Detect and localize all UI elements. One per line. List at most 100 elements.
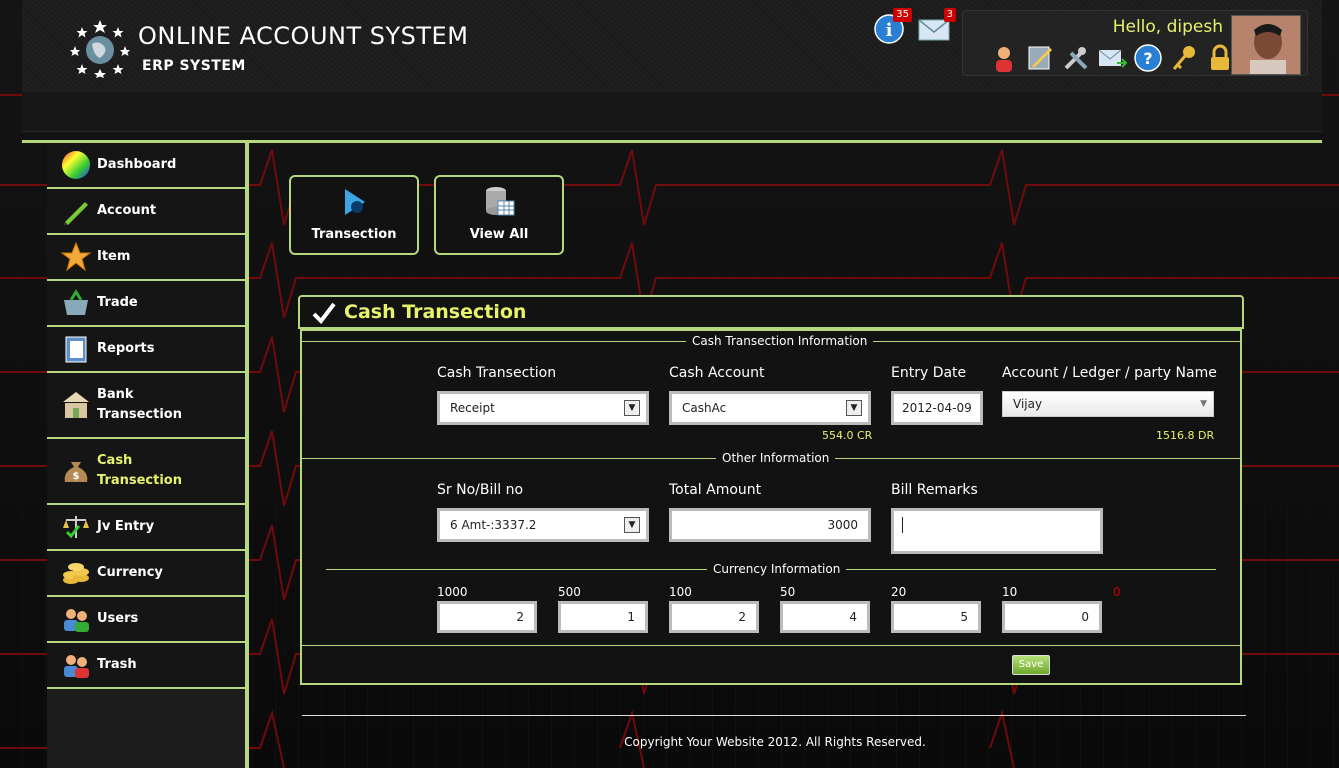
denomination-1000: 1000 xyxy=(437,585,468,599)
denomination-10: 10 xyxy=(1002,585,1018,599)
top-header: ONLINE ACCOUNT SYSTEM ERP SYSTEM i 35 3 … xyxy=(22,0,1322,92)
svg-text:$: $ xyxy=(73,471,80,482)
sidebar-item-jv-entry[interactable]: Jv Entry xyxy=(47,505,245,551)
bank-icon xyxy=(63,392,89,418)
transection-label: Transection xyxy=(311,227,397,242)
sidebar-item-trade[interactable]: Trade xyxy=(47,281,245,327)
sidebar: Dashboard Account Item Trade Reports Ban… xyxy=(47,143,249,768)
count-100-field[interactable]: 2 xyxy=(669,601,759,633)
save-divider xyxy=(302,645,1240,646)
tools-icon[interactable] xyxy=(1061,43,1091,73)
party-name-label: Account / Ledger / party Name xyxy=(1002,365,1217,381)
bill-no-select[interactable]: 6 Amt-:3337.2 ▼ xyxy=(437,508,649,542)
profile-icon[interactable] xyxy=(989,43,1019,73)
sidebar-item-label: Reports xyxy=(97,341,155,356)
sidebar-item-label: Jv Entry xyxy=(97,519,155,534)
mail-notification[interactable]: 3 xyxy=(918,8,956,44)
scales-icon xyxy=(63,516,89,539)
count-20-field[interactable]: 5 xyxy=(891,601,981,633)
sidebar-item-account[interactable]: Account xyxy=(47,189,245,235)
text-cursor xyxy=(902,517,903,533)
sidebar-item-label: Cash Transection xyxy=(97,453,182,488)
cash-transection-label: Cash Transection xyxy=(437,365,557,381)
help-icon[interactable]: ? xyxy=(1133,43,1163,73)
section-title: Currency Information xyxy=(707,562,847,576)
sidebar-item-currency[interactable]: Currency xyxy=(47,551,245,597)
view-all-label: View All xyxy=(469,227,529,242)
cash-account-value: CashAc xyxy=(682,401,727,415)
sidebar-item-dashboard[interactable]: Dashboard xyxy=(47,143,245,189)
cash-transection-select[interactable]: Receipt ▼ xyxy=(437,391,649,425)
total-amount-field[interactable]: 3000 xyxy=(669,508,871,542)
header-strip xyxy=(22,92,1322,132)
bill-no-label: Sr No/Bill no xyxy=(437,482,524,498)
denomination-100: 100 xyxy=(669,585,692,599)
globe-logo-icon xyxy=(70,20,130,78)
header-divider xyxy=(22,140,1322,143)
sidebar-item-bank-transection[interactable]: Bank Transection xyxy=(47,373,245,439)
bill-remarks-textarea[interactable] xyxy=(891,508,1103,554)
entry-date-field[interactable]: 2012-04-09 xyxy=(891,391,983,425)
checkmark-icon xyxy=(312,302,336,324)
main-content: Transection View All Cash Transection Ca… xyxy=(252,143,1322,768)
sidebar-item-label: Trash xyxy=(97,657,137,672)
section-other-info: Other Information xyxy=(302,451,1240,465)
sidebar-item-cash-transection[interactable]: $ Cash Transection xyxy=(47,439,245,505)
color-wheel-icon xyxy=(62,151,90,179)
bill-remarks-label: Bill Remarks xyxy=(891,482,978,498)
send-mail-icon[interactable] xyxy=(1097,43,1128,73)
transection-button[interactable]: Transection xyxy=(289,175,419,255)
coins-icon xyxy=(63,563,89,584)
sidebar-item-label: Bank Transection xyxy=(97,387,182,422)
sidebar-item-trash[interactable]: Trash xyxy=(47,643,245,689)
total-amount-label: Total Amount xyxy=(669,482,762,498)
panel-title: Cash Transection xyxy=(344,301,527,323)
cash-account-balance: 554.0 CR xyxy=(822,429,873,442)
chevron-down-icon: ▼ xyxy=(1200,399,1207,409)
section-currency-info: Currency Information xyxy=(302,562,1240,576)
section-title: Cash Transection Information xyxy=(686,334,874,348)
money-bag-icon: $ xyxy=(64,462,88,482)
bill-no-value: 6 Amt-:3337.2 xyxy=(450,518,537,532)
user-panel: Hello, dipesh ? xyxy=(962,10,1308,76)
basket-icon xyxy=(64,289,88,315)
count-10-field[interactable]: 0 xyxy=(1002,601,1102,633)
edit-document-icon[interactable] xyxy=(1025,43,1055,73)
view-all-button[interactable]: View All xyxy=(434,175,564,255)
play-arrow-icon xyxy=(345,189,365,215)
dropdown-arrow-icon: ▼ xyxy=(846,400,862,416)
greeting: Hello, dipesh xyxy=(1112,17,1223,37)
cash-transection-value: Receipt xyxy=(450,401,495,415)
party-name-select[interactable]: Vijay ▼ xyxy=(1002,391,1214,417)
footer-copyright: Copyright Your Website 2012. All Rights … xyxy=(624,735,926,749)
trash-users-icon xyxy=(64,655,89,678)
dropdown-arrow-icon: ▼ xyxy=(624,400,640,416)
entry-date-label: Entry Date xyxy=(891,365,967,381)
cash-account-label: Cash Account xyxy=(669,365,765,381)
sidebar-item-reports[interactable]: Reports xyxy=(47,327,245,373)
app-title: ONLINE ACCOUNT SYSTEM xyxy=(138,22,469,50)
info-badge: 35 xyxy=(893,8,912,22)
denomination-50: 50 xyxy=(780,585,796,599)
user-avatar[interactable] xyxy=(1231,15,1301,75)
sidebar-item-label: Item xyxy=(97,249,131,264)
key-icon[interactable] xyxy=(1169,43,1199,73)
party-name-value: Vijay xyxy=(1013,397,1043,411)
denomination-500: 500 xyxy=(558,585,581,599)
sidebar-item-users[interactable]: Users xyxy=(47,597,245,643)
sidebar-item-item[interactable]: Item xyxy=(47,235,245,281)
save-button[interactable]: Save xyxy=(1012,655,1050,675)
info-notification[interactable]: i 35 xyxy=(874,8,912,44)
sidebar-item-label: Trade xyxy=(97,295,138,310)
count-500-field[interactable]: 1 xyxy=(558,601,648,633)
mail-badge: 3 xyxy=(943,8,956,22)
sidebar-item-label: Account xyxy=(97,203,157,218)
party-balance: 1516.8 DR xyxy=(1156,429,1215,442)
users-icon xyxy=(64,609,89,632)
section-title: Other Information xyxy=(716,451,836,465)
sidebar-item-label: Dashboard xyxy=(97,157,177,172)
cash-account-select[interactable]: CashAc ▼ xyxy=(669,391,871,425)
count-50-field[interactable]: 4 xyxy=(780,601,870,633)
section-cash-transection-info: Cash Transection Information xyxy=(302,334,1240,348)
count-1000-field[interactable]: 2 xyxy=(437,601,537,633)
